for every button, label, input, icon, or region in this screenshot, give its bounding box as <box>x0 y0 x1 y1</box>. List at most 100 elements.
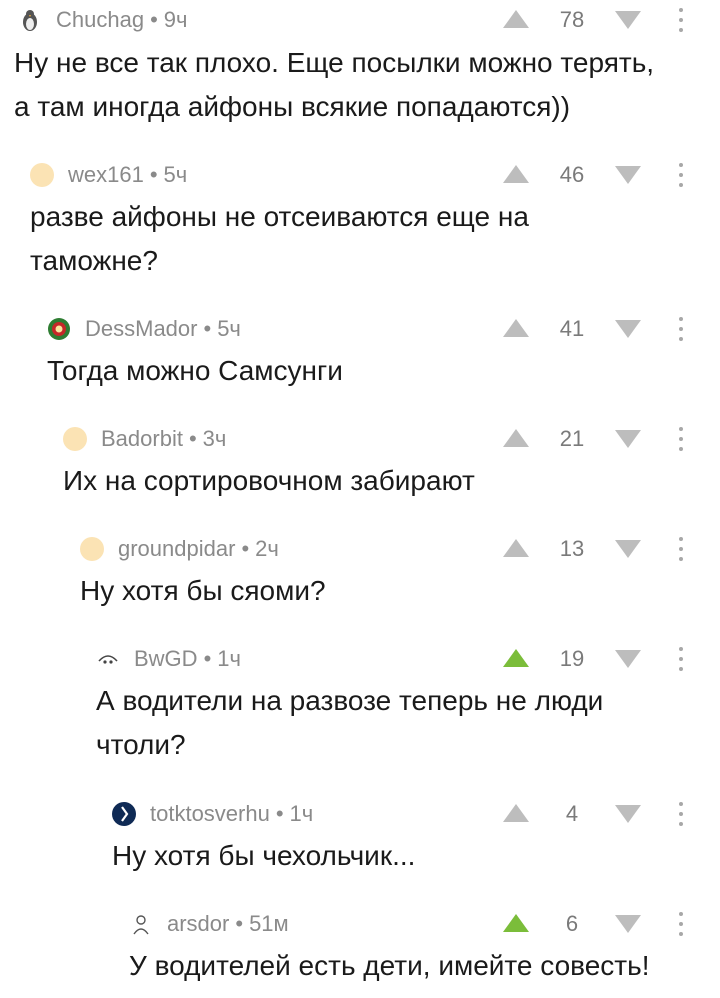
comment-time: 1ч <box>289 801 314 826</box>
meta-separator: • <box>149 162 158 187</box>
face-avatar[interactable] <box>96 647 120 671</box>
comment-header: Chuchag • 9ч <box>18 0 187 40</box>
rating-controls: 46 <box>503 155 703 195</box>
downvote-icon[interactable] <box>615 11 641 29</box>
more-options-icon[interactable] <box>679 317 683 341</box>
downvote-icon[interactable] <box>615 805 641 823</box>
author-name[interactable]: Badorbit <box>101 426 183 451</box>
more-options-icon[interactable] <box>679 8 683 32</box>
comment-text-line: Тогда можно Самсунги <box>47 355 343 386</box>
comment-time: 51м <box>249 911 289 936</box>
comment-text: Ну не все так плохо. Еще посылки можно т… <box>14 41 654 129</box>
more-options-icon[interactable] <box>679 537 683 561</box>
comment-text-line: чтоли? <box>96 729 186 760</box>
rating-controls: 78 <box>503 0 703 40</box>
more-options-icon[interactable] <box>679 647 683 671</box>
comment-meta: Badorbit • 3ч <box>101 426 226 452</box>
comment-score: 13 <box>559 536 585 561</box>
dark-avatar[interactable] <box>112 802 136 826</box>
more-options-icon[interactable] <box>679 163 683 187</box>
rating-controls: 41 <box>503 309 703 349</box>
upvote-icon[interactable] <box>503 539 529 557</box>
comment-text: А водители на развозе теперь не люди что… <box>96 679 603 767</box>
comment-header: groundpidar • 2ч <box>80 529 279 569</box>
default-avatar[interactable] <box>63 427 87 451</box>
comment-time: 5ч <box>163 162 188 187</box>
sketch-avatar[interactable] <box>129 912 153 936</box>
upvote-icon[interactable] <box>503 319 529 337</box>
meta-separator: • <box>188 426 197 451</box>
upvote-icon[interactable] <box>503 649 529 667</box>
comment-score: 6 <box>565 911 579 936</box>
comment-time: 9ч <box>163 7 188 32</box>
comment-text: Ну хотя бы чехольчик... <box>112 834 415 878</box>
upvote-icon[interactable] <box>503 165 529 183</box>
comment-score: 41 <box>559 316 585 341</box>
rating-controls: 4 <box>503 794 703 834</box>
author-name[interactable]: DessMador <box>85 316 197 341</box>
comment-score: 19 <box>559 646 585 671</box>
comment-header: totktosverhu • 1ч <box>112 794 313 834</box>
upvote-icon[interactable] <box>503 804 529 822</box>
comment-thread: Chuchag • 9ч 78 Ну не все так плохо. Еще п… <box>0 0 720 998</box>
comment-score: 78 <box>559 7 585 32</box>
author-name[interactable]: Chuchag <box>56 7 144 32</box>
downvote-icon[interactable] <box>615 320 641 338</box>
author-name[interactable]: totktosverhu <box>150 801 270 826</box>
comment-score: 4 <box>565 801 579 826</box>
comment-text-line: Ну хотя бы сяоми? <box>80 575 326 606</box>
more-options-icon[interactable] <box>679 802 683 826</box>
author-name[interactable]: arsdor <box>167 911 229 936</box>
comment-text-line: У водителей есть дети, имейте совесть! <box>129 950 650 981</box>
comment-text: Ну хотя бы сяоми? <box>80 569 326 613</box>
comment-text: У водителей есть дети, имейте совесть! <box>129 944 650 988</box>
rating-controls: 6 <box>503 904 703 944</box>
downvote-icon[interactable] <box>615 915 641 933</box>
downvote-icon[interactable] <box>615 650 641 668</box>
comment-meta: arsdor • 51м <box>167 911 289 937</box>
comment-text: Тогда можно Самсунги <box>47 349 343 393</box>
author-name[interactable]: groundpidar <box>118 536 235 561</box>
emblem-avatar[interactable] <box>47 317 71 341</box>
comment-header: DessMador • 5ч <box>47 309 241 349</box>
comment-text-line: Их на сортировочном забирают <box>63 465 475 496</box>
comment-text-line: разве айфоны не отсеиваются еще на <box>30 201 529 232</box>
upvote-icon[interactable] <box>503 429 529 447</box>
comment-meta: DessMador • 5ч <box>85 316 241 342</box>
comment-text-line: а там иногда айфоны всякие попадаются)) <box>14 91 571 122</box>
comment-text-line: Ну хотя бы чехольчик... <box>112 840 416 871</box>
comment-meta: wex161 • 5ч <box>68 162 187 188</box>
more-options-icon[interactable] <box>679 912 683 936</box>
comment-score: 21 <box>559 426 585 451</box>
default-avatar[interactable] <box>30 163 54 187</box>
meta-separator: • <box>275 801 284 826</box>
downvote-icon[interactable] <box>615 540 641 558</box>
author-name[interactable]: wex161 <box>68 162 144 187</box>
more-options-icon[interactable] <box>679 427 683 451</box>
rating-controls: 19 <box>503 639 703 679</box>
comment-header: Badorbit • 3ч <box>63 419 226 459</box>
upvote-icon[interactable] <box>503 914 529 932</box>
comment-text-line: Ну не все так плохо. Еще посылки можно т… <box>14 47 655 78</box>
downvote-icon[interactable] <box>615 430 641 448</box>
meta-separator: • <box>241 536 250 561</box>
penguin-avatar[interactable] <box>18 8 42 32</box>
comment-meta: BwGD • 1ч <box>134 646 241 672</box>
default-avatar[interactable] <box>80 537 104 561</box>
meta-separator: • <box>150 7 158 32</box>
rating-controls: 21 <box>503 419 703 459</box>
upvote-icon[interactable] <box>503 10 529 28</box>
rating-controls: 13 <box>503 529 703 569</box>
comment-header: arsdor • 51м <box>129 904 289 944</box>
meta-separator: • <box>235 911 244 936</box>
comment-text: разве айфоны не отсеиваются еще на тамож… <box>30 195 529 283</box>
comment-header: BwGD • 1ч <box>96 639 241 679</box>
meta-separator: • <box>203 316 212 341</box>
comment-time: 2ч <box>255 536 279 561</box>
comment-header: wex161 • 5ч <box>30 155 187 195</box>
downvote-icon[interactable] <box>615 166 641 184</box>
author-name[interactable]: BwGD <box>134 646 198 671</box>
comment-meta: groundpidar • 2ч <box>118 536 279 562</box>
comment-meta: totktosverhu • 1ч <box>150 801 313 827</box>
meta-separator: • <box>203 646 212 671</box>
